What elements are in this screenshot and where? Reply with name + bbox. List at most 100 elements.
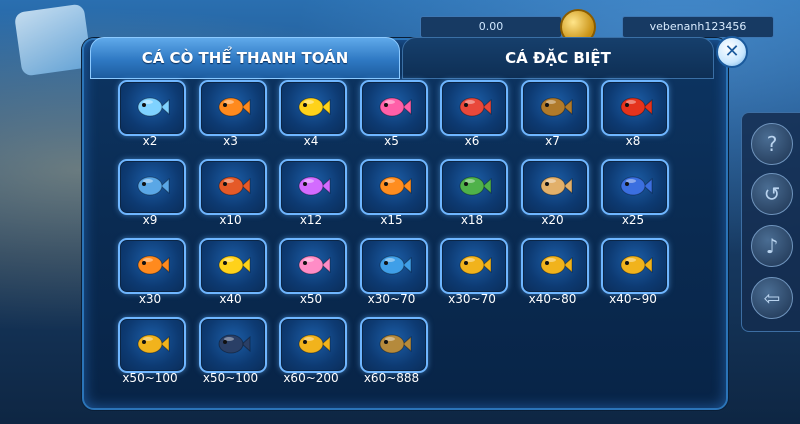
fish-card-jellyfish[interactable]: x12 (279, 159, 347, 231)
fish-card-frame (601, 80, 669, 136)
fish-card-frame (359, 238, 428, 294)
golden-angelfish-icon (540, 255, 572, 275)
fish-card-frame (279, 80, 347, 136)
manta-ray-icon (620, 176, 653, 196)
fish-card-frame (118, 159, 186, 215)
lionfish-icon (459, 97, 492, 117)
fish-multiplier: x3 (223, 134, 238, 148)
fish-card-flying-fish[interactable]: x2 (118, 80, 186, 152)
fish-multiplier: x6 (464, 134, 480, 148)
fish-card-frame (118, 317, 186, 373)
fish-card-frame (359, 80, 428, 136)
fish-card-frame (198, 159, 267, 215)
fish-card-frame (279, 238, 347, 294)
fish-card-flounder[interactable]: x7 (520, 80, 589, 152)
fish-card-frame (601, 159, 669, 215)
exit-icon[interactable]: ⇦ (751, 277, 793, 319)
fish-multiplier: x2 (142, 134, 158, 148)
fish-card-big-pufferfish[interactable]: x50 (279, 238, 347, 310)
fish-card-frame (601, 238, 669, 294)
fish-card-golden-dragon[interactable]: x60~888 (359, 317, 428, 389)
fish-multiplier: x25 (621, 213, 645, 227)
fish-multiplier: x30~70 (448, 292, 496, 306)
side-menu: ? ↺ ♪ ⇦ (741, 112, 800, 332)
fish-card-turtle[interactable]: x18 (440, 159, 508, 231)
fish-card-swordfish[interactable]: x9 (118, 159, 186, 231)
background-value-display: 0.00 (420, 16, 562, 38)
fish-card-sawfish[interactable]: x20 (520, 159, 589, 231)
golden-shark-icon (137, 334, 170, 354)
fish-multiplier: x40~90 (609, 292, 657, 306)
fish-card-golden-carp[interactable]: x60~200 (279, 317, 347, 389)
fish-multiplier: x60~200 (283, 371, 339, 385)
fish-card-frame (359, 159, 428, 215)
angelfish-icon (298, 97, 331, 117)
clownfish-icon (218, 97, 250, 117)
fish-multiplier: x18 (460, 213, 484, 227)
killer-whale-icon (218, 334, 250, 354)
game-logo (13, 3, 93, 77)
tab-special-fish[interactable]: CÁ ĐẶC BIỆT (402, 37, 714, 79)
fish-card-clownfish[interactable]: x3 (198, 80, 267, 152)
fish-card-angelfish[interactable]: x4 (279, 80, 347, 152)
fish-multiplier: x8 (625, 134, 641, 148)
fish-card-frame (359, 317, 428, 373)
fish-multiplier: x7 (545, 134, 560, 148)
sawfish-icon (540, 176, 572, 196)
fish-card-frame (198, 238, 267, 294)
username-display: vebenanh123456 (622, 16, 774, 38)
golden-carp-icon (298, 334, 331, 354)
fish-multiplier: x15 (380, 213, 403, 227)
fish-card-pufferfish-pink[interactable]: x5 (359, 80, 428, 152)
fish-card-frame (198, 80, 267, 136)
fish-card-lionfish[interactable]: x6 (440, 80, 508, 152)
shark-icon (379, 255, 411, 275)
fish-card-big-angelfish[interactable]: x40 (198, 238, 267, 310)
fish-card-big-clownfish[interactable]: x30 (118, 238, 186, 310)
fish-card-frame (279, 317, 347, 373)
fish-card-manta-ray[interactable]: x25 (601, 159, 669, 231)
anglerfish-icon (379, 176, 411, 196)
fish-card-golden-shark[interactable]: x50~100 (118, 317, 186, 389)
fish-card-killer-whale[interactable]: x50~100 (198, 317, 267, 389)
fish-multiplier: x50~100 (202, 371, 259, 385)
golden-dragon-icon (379, 334, 411, 354)
jellyfish-icon (298, 176, 331, 196)
fish-card-octopus[interactable]: x10 (198, 159, 267, 231)
fish-multiplier: x10 (219, 213, 242, 227)
fish-card-anglerfish[interactable]: x15 (359, 159, 428, 231)
golden-goldfish-icon (459, 255, 492, 275)
fish-card-frame (279, 159, 347, 215)
fish-card-frame (198, 317, 267, 373)
lobster-icon (620, 97, 653, 117)
flying-fish-icon (137, 97, 170, 117)
tab-payable-fish[interactable]: CÁ CÒ THỂ THANH TOÁN (90, 37, 400, 79)
fish-card-shark[interactable]: x30~70 (359, 238, 428, 310)
history-icon[interactable]: ↺ (751, 173, 793, 215)
fish-card-frame (520, 238, 589, 294)
fish-multiplier: x40 (219, 292, 242, 306)
fish-card-golden-angelfish[interactable]: x40~80 (520, 238, 589, 310)
big-clownfish-icon (137, 255, 170, 275)
fish-card-frame (118, 238, 186, 294)
fish-grid: x2 x3 x4 x5 x6 x7 x8 x9 x10 x12 x15 x18 x20 x25 x30 x40… (118, 80, 678, 400)
golden-pufferfish-icon (620, 255, 653, 275)
sound-icon[interactable]: ♪ (751, 225, 793, 267)
swordfish-icon (137, 176, 170, 196)
fish-card-lobster[interactable]: x8 (601, 80, 669, 152)
fish-card-golden-goldfish[interactable]: x30~70 (440, 238, 508, 310)
fish-card-golden-pufferfish[interactable]: x40~90 (601, 238, 669, 310)
pufferfish-pink-icon (379, 97, 411, 117)
help-icon[interactable]: ? (751, 123, 793, 165)
fish-card-frame (520, 80, 589, 136)
flounder-icon (540, 97, 572, 117)
turtle-icon (459, 176, 492, 196)
big-pufferfish-icon (298, 255, 331, 275)
fish-multiplier: x12 (299, 213, 323, 227)
fish-multiplier: x9 (142, 213, 158, 227)
fish-multiplier: x50~100 (122, 371, 178, 385)
fish-multiplier: x30 (138, 292, 162, 306)
fish-multiplier: x30~70 (367, 292, 416, 306)
big-angelfish-icon (218, 255, 250, 275)
close-button[interactable]: ✕ (716, 36, 748, 68)
